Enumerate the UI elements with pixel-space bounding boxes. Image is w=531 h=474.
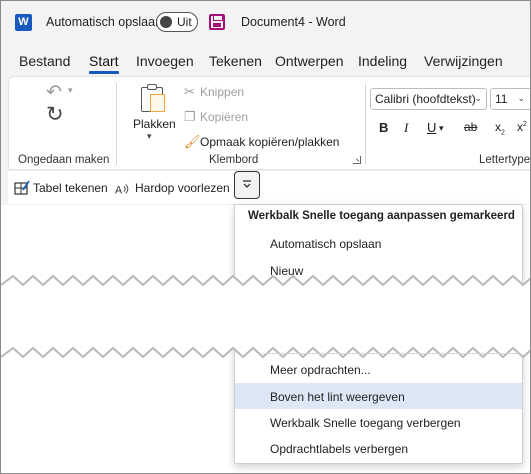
active-tab-indicator [89,71,119,74]
menu-item-autosave[interactable]: Automatisch opslaan [270,237,381,251]
ribbon-tabs: Bestand Start Invoegen Tekenen Ontwerpen… [1,43,530,75]
quick-access-toolbar: Tabel tekenen A Hardop voorlezen [8,170,530,204]
draw-table-icon [14,180,30,195]
redo-icon[interactable]: ↻ [46,102,64,127]
paste-button[interactable]: Plakken [133,117,176,131]
autosave-state: Uit [177,15,192,29]
tab-tekenen[interactable]: Tekenen [209,53,262,69]
chevron-down-icon: ⌄ [517,93,525,103]
strikethrough-button[interactable]: ab [464,120,477,134]
font-size-select[interactable]: 11 ⌄ [490,88,530,110]
cut-button[interactable]: ✂ Knippen [184,84,244,100]
group-separator [365,83,366,165]
tab-bestand[interactable]: Bestand [19,53,70,69]
document-title: Document4 - Word [241,15,346,29]
draw-table-button[interactable]: Tabel tekenen [33,181,108,195]
menu-item-show-above-ribbon[interactable]: Boven het lint weergeven [270,390,405,404]
undo-chevron-down-icon[interactable]: ▾ [68,85,73,96]
menu-header: Werkbalk Snelle toegang aanpassen gemark… [248,210,515,222]
chevron-down-icon: ⌄ [474,93,482,103]
clipboard-group-label: Klembord [209,154,259,166]
menu-item-more-commands[interactable]: Meer opdrachten... [270,363,371,377]
customize-dropdown-icon [243,180,251,188]
copy-icon: ❐ [184,109,196,124]
format-painter-button[interactable]: 🖌Opmaak kopiëren/plakken [184,134,339,150]
superscript-button[interactable]: x2 [517,120,527,134]
toggle-knob [160,16,172,28]
read-aloud-button[interactable]: Hardop voorlezen [135,181,230,195]
underline-button[interactable]: U [427,120,436,135]
paste-icon[interactable] [141,84,167,112]
font-group-label: Lettertype [479,154,531,166]
svg-text:A: A [115,184,123,196]
save-icon[interactable] [209,14,225,30]
subscript-button[interactable]: x2 [495,120,505,136]
menu-divider [263,353,519,354]
word-window: W Automatisch opslaan Uit Document4 - Wo… [0,0,531,474]
bold-button[interactable]: B [379,120,388,135]
copy-button[interactable]: ❐ Kopiëren [184,109,248,125]
torn-break [1,274,530,359]
menu-item-hide-qat[interactable]: Werkbalk Snelle toegang verbergen [270,416,461,430]
tab-invoegen[interactable]: Invoegen [136,53,194,69]
autosave-label: Automatisch opslaan [46,15,163,29]
menu-item-hide-command-labels[interactable]: Opdrachtlabels verbergen [270,442,408,456]
underline-chevron-down-icon[interactable]: ▾ [439,123,444,134]
customize-qat-button[interactable] [234,171,260,199]
clipboard-launcher-icon[interactable] [353,156,361,164]
tab-indeling[interactable]: Indeling [358,53,407,69]
font-name-select[interactable]: Calibri (hoofdtekst) ⌄ [370,88,487,110]
undo-group-label: Ongedaan maken [18,154,110,166]
read-aloud-icon: A [115,184,129,196]
tab-ontwerpen[interactable]: Ontwerpen [275,53,343,69]
scissors-icon: ✂ [184,84,195,99]
title-bar: W Automatisch opslaan Uit Document4 - Wo… [1,1,530,43]
paintbrush-icon: 🖌 [184,134,201,149]
autosave-toggle[interactable]: Uit [156,12,198,32]
group-separator [116,83,117,165]
paste-chevron-down-icon[interactable]: ▾ [147,131,152,142]
word-logo-icon: W [15,14,32,31]
italic-button[interactable]: I [404,120,408,136]
tab-verwijzingen[interactable]: Verwijzingen [424,53,503,69]
undo-icon[interactable]: ↶ [46,81,62,104]
tab-start[interactable]: Start [89,53,119,69]
